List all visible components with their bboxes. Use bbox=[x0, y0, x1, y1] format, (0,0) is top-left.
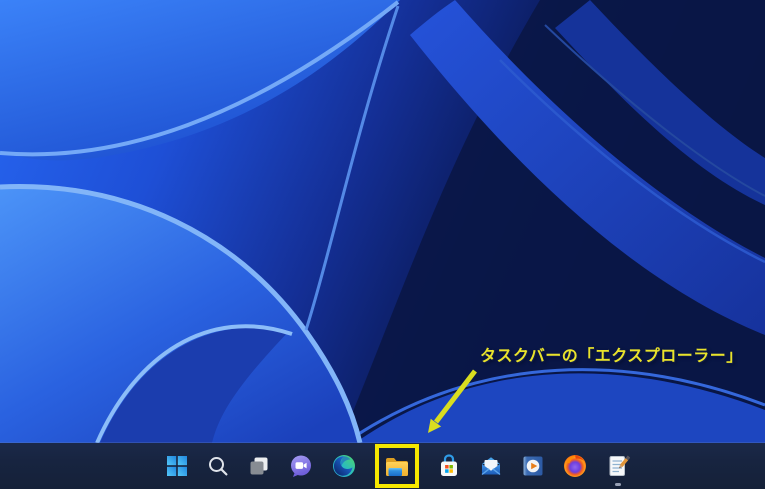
edge-icon bbox=[332, 454, 356, 478]
annotation-highlight-box bbox=[375, 444, 419, 488]
file-explorer-button[interactable] bbox=[375, 444, 419, 488]
edge-button[interactable] bbox=[332, 454, 356, 478]
firefox-button[interactable] bbox=[563, 454, 587, 478]
firefox-icon bbox=[563, 454, 587, 478]
running-indicator bbox=[615, 483, 621, 486]
annotation-label: タスクバーの「エクスプローラー」 bbox=[480, 342, 743, 366]
task-view-button[interactable] bbox=[248, 455, 270, 477]
mail-button[interactable] bbox=[479, 454, 503, 478]
start-button[interactable] bbox=[166, 455, 188, 477]
windows-11-screen: タスクバーの「エクスプローラー」 bbox=[0, 0, 765, 489]
bloom-wallpaper bbox=[0, 0, 765, 443]
taskbar bbox=[0, 443, 765, 489]
chat-icon bbox=[289, 454, 313, 478]
notepad-icon bbox=[606, 454, 630, 478]
notepad-button[interactable] bbox=[606, 454, 630, 478]
store-icon bbox=[438, 454, 460, 478]
windows-logo-icon bbox=[166, 455, 188, 477]
search-icon bbox=[207, 455, 229, 477]
store-button[interactable] bbox=[438, 454, 460, 478]
movies-tv-icon bbox=[522, 455, 544, 477]
taskbar-icon-row bbox=[166, 443, 630, 489]
desktop-surface[interactable]: タスクバーの「エクスプローラー」 bbox=[0, 0, 765, 443]
file-explorer-icon bbox=[384, 454, 410, 478]
task-view-icon bbox=[248, 455, 270, 477]
chat-button[interactable] bbox=[289, 454, 313, 478]
search-button[interactable] bbox=[207, 455, 229, 477]
mail-icon bbox=[479, 454, 503, 478]
movies-tv-button[interactable] bbox=[522, 455, 544, 477]
